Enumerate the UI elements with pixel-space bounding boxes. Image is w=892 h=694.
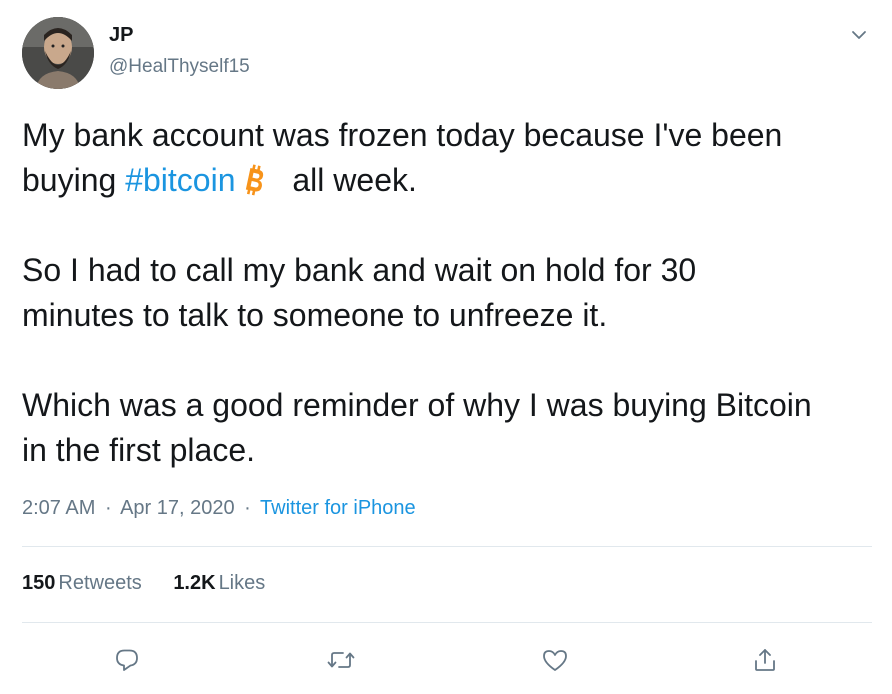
likes-stat[interactable]: 1.2K Likes [173, 572, 265, 594]
tweet-line: So I had to call my bank and wait on hol… [22, 248, 882, 293]
tweet-text-segment: So I had to call my bank and wait on hol… [22, 252, 697, 288]
divider [22, 622, 872, 623]
tweet-card: JP @HealThyself15 My bank account was fr… [0, 0, 892, 694]
hashtag-link[interactable]: #bitcoin [125, 162, 235, 198]
tweet-source-link[interactable]: Twitter for iPhone [260, 497, 416, 519]
meta-separator: · [104, 497, 112, 519]
retweets-count: 150 [22, 572, 56, 594]
tweet-text-segment: buying [22, 162, 126, 198]
share-button[interactable] [745, 640, 785, 680]
bitcoin-icon [237, 163, 271, 197]
tweet-text-segment: My bank account was frozen today because… [22, 117, 783, 153]
chevron-down-icon[interactable] [846, 22, 872, 48]
reply-icon [116, 649, 138, 671]
action-bar [0, 640, 892, 680]
avatar[interactable] [22, 17, 94, 89]
share-icon [755, 649, 775, 671]
likes-count: 1.2K [173, 572, 216, 594]
reply-button[interactable] [107, 640, 147, 680]
tweet-meta: 2:07 AM · Apr 17, 2020 · Twitter for iPh… [22, 497, 416, 520]
meta-separator: · [244, 497, 251, 519]
tweet-line: buying #bitcoin all week. [22, 158, 882, 203]
tweet-text-segment: all week. [283, 162, 417, 198]
heart-icon [543, 650, 567, 671]
tweet-line: Which was a good reminder of why I was b… [22, 383, 882, 428]
author-name[interactable]: JP [109, 24, 133, 47]
tweet-line: My bank account was frozen today because… [22, 113, 882, 158]
like-button[interactable] [535, 640, 575, 680]
divider [22, 546, 872, 547]
retweet-icon [327, 652, 355, 668]
retweet-button[interactable] [321, 640, 361, 680]
retweets-label: Retweets [58, 572, 142, 594]
tweet-line: in the first place. [22, 428, 882, 473]
tweet-text: My bank account was frozen today because… [22, 113, 882, 473]
tweet-time[interactable]: 2:07 AM [22, 497, 95, 519]
tweet-stats: 150 Retweets 1.2K Likes [22, 572, 291, 595]
likes-label: Likes [218, 572, 266, 594]
tweet-date[interactable]: Apr 17, 2020 [120, 497, 235, 519]
tweet-text-segment: in the first place. [22, 432, 255, 468]
retweets-stat[interactable]: 150 Retweets [22, 572, 142, 594]
author-handle[interactable]: @HealThyself15 [109, 56, 250, 78]
tweet-text-segment: Which was a good reminder of why I was b… [22, 387, 812, 423]
tweet-text-segment: minutes to talk to someone to unfreeze i… [22, 297, 608, 333]
tweet-line: minutes to talk to someone to unfreeze i… [22, 293, 882, 338]
